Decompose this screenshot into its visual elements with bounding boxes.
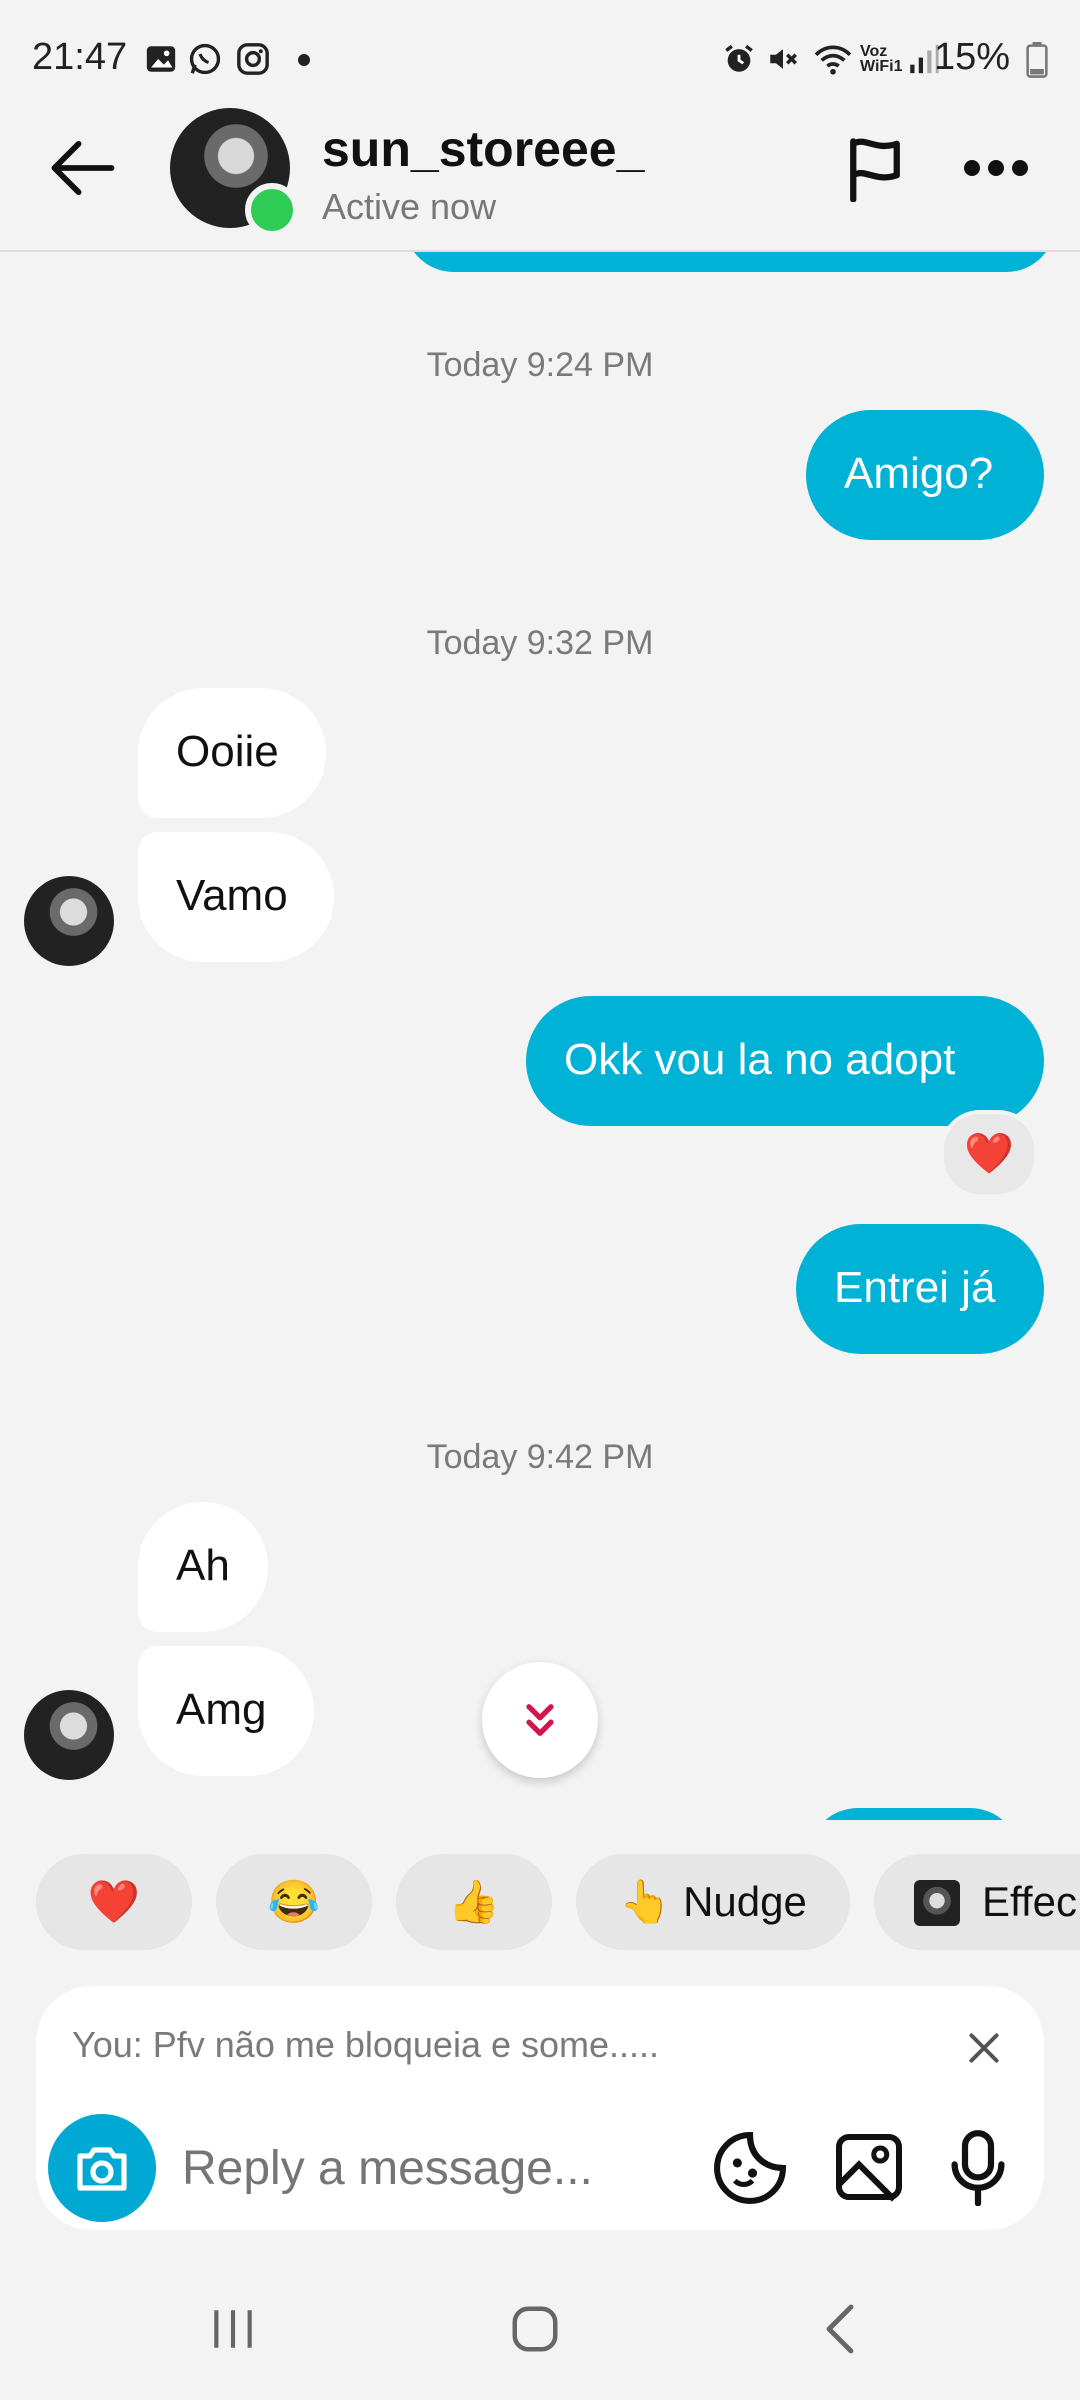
message-bubble-incoming[interactable]: Vamo <box>138 832 334 962</box>
system-navigation-bar <box>0 2260 1080 2400</box>
battery-icon <box>1026 42 1048 78</box>
message-bubble-incoming[interactable]: Ooiie <box>138 688 326 818</box>
whatsapp-icon <box>189 43 221 75</box>
chevron-double-down-icon <box>526 1704 554 1736</box>
battery-percent: 15% <box>933 36 1010 78</box>
sticker-icon[interactable] <box>712 2130 788 2206</box>
reply-preview: You: Pfv não me bloqueia e some..... <box>72 2024 660 2065</box>
wifi-icon <box>814 45 852 75</box>
instagram-icon <box>237 43 269 75</box>
recent-apps-icon[interactable] <box>208 2304 258 2354</box>
mute-icon <box>770 49 797 69</box>
page-title[interactable]: sun_storeee_ <box>322 120 644 178</box>
nudge-button[interactable]: 👆 Nudge <box>576 1854 850 1950</box>
chat-header: sun_storeee_ Active now <box>0 100 1080 252</box>
flag-icon[interactable] <box>846 134 904 202</box>
back-arrow-icon[interactable] <box>50 138 116 198</box>
message-input[interactable] <box>182 2138 682 2198</box>
more-icon[interactable] <box>962 158 1030 178</box>
message-list[interactable]: Today 9:24 PM Amigo? Today 9:32 PM Ooiie… <box>0 252 1080 1820</box>
message-bubble-incoming[interactable]: Ah <box>138 1502 268 1632</box>
message-bubble-outgoing[interactable]: Amigo? <box>806 410 1044 540</box>
quick-reaction-laugh[interactable]: 😂 <box>216 1854 372 1950</box>
microphone-icon[interactable] <box>948 2128 1008 2206</box>
message-bubble-outgoing[interactable]: Okk vou la no adopt <box>526 996 1044 1126</box>
active-status: Active now <box>322 186 497 227</box>
message-bubble-incoming[interactable]: Amg <box>138 1646 314 1776</box>
effect-thumbnail <box>914 1880 960 1926</box>
gallery-icon <box>146 46 176 72</box>
quick-reaction-heart[interactable]: ❤️ <box>36 1854 192 1950</box>
quick-reaction-thumbs-up[interactable]: 👍 <box>396 1854 552 1950</box>
network-label: Voz WiFi1 <box>860 43 903 75</box>
message-bubble-partial[interactable] <box>404 252 1056 272</box>
avatar[interactable] <box>24 1690 114 1780</box>
message-bubble-outgoing[interactable]: Entrei já <box>796 1224 1044 1354</box>
effects-button[interactable]: Effec <box>874 1854 1080 1950</box>
online-indicator <box>245 183 299 237</box>
alarm-icon <box>725 44 753 72</box>
dot-icon <box>298 54 310 66</box>
camera-button[interactable] <box>48 2114 156 2222</box>
timestamp: Today 9:42 PM <box>426 1438 654 1476</box>
home-icon[interactable] <box>508 2302 562 2356</box>
scroll-to-bottom-button[interactable] <box>482 1662 598 1778</box>
timestamp: Today 9:32 PM <box>426 624 654 662</box>
gallery-icon[interactable] <box>834 2132 904 2202</box>
reaction-badge[interactable]: ❤️ <box>940 1110 1038 1198</box>
status-time: 21:47 <box>32 36 128 78</box>
back-icon[interactable] <box>818 2302 862 2356</box>
message-bubble-partial[interactable] <box>808 1808 1020 1820</box>
timestamp: Today 9:24 PM <box>426 346 654 384</box>
camera-icon <box>77 2147 127 2191</box>
avatar[interactable] <box>24 876 114 966</box>
close-icon[interactable] <box>966 2030 1002 2066</box>
